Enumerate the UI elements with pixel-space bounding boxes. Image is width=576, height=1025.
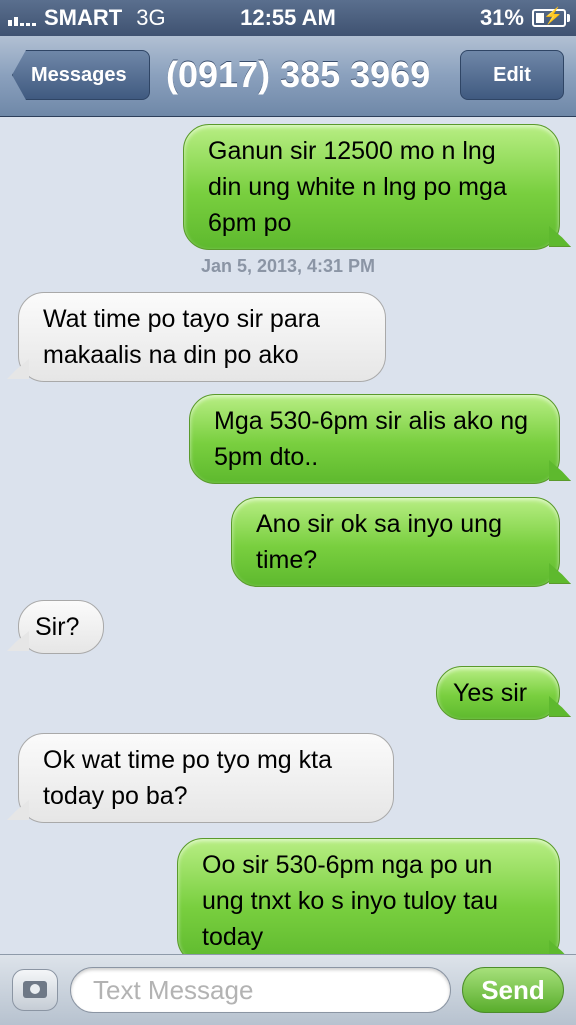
message-bubble-incoming[interactable]: Ok wat time po tyo mg kta today po ba? [18, 733, 394, 823]
message-bubble-outgoing[interactable]: Mga 530-6pm sir alis ako ng 5pm dto.. [189, 394, 560, 484]
battery-icon: ⚡ [532, 8, 570, 27]
navigation-bar: Messages (0917) 385 3969 Edit [0, 36, 576, 117]
message-bubble-incoming[interactable]: Wat time po tayo sir para makaalis na di… [18, 292, 386, 382]
status-bar: SMART 3G 12:55 AM 31% ⚡ [0, 0, 576, 36]
message-timestamp: Jan 5, 2013, 4:31 PM [200, 256, 376, 276]
message-bubble-incoming[interactable]: Sir? [18, 600, 104, 654]
send-button[interactable]: Send [462, 967, 564, 1013]
back-button[interactable]: Messages [12, 50, 150, 100]
compose-bar: Send [0, 954, 576, 1025]
conversation-title: (0917) 385 3969 [166, 54, 431, 95]
message-bubble-outgoing[interactable]: Yes sir [436, 666, 560, 720]
message-input[interactable] [70, 967, 451, 1013]
battery-percent: 31% [479, 5, 524, 30]
message-bubble-outgoing[interactable]: Ano sir ok sa inyo ung time? [231, 497, 560, 587]
message-bubble-outgoing[interactable]: Ganun sir 12500 mo n lng din ung white n… [183, 124, 560, 250]
edit-button[interactable]: Edit [460, 50, 564, 100]
camera-button[interactable] [12, 969, 58, 1011]
message-bubble-outgoing[interactable]: Oo sir 530-6pm nga po un ung tnxt ko s i… [177, 838, 560, 964]
